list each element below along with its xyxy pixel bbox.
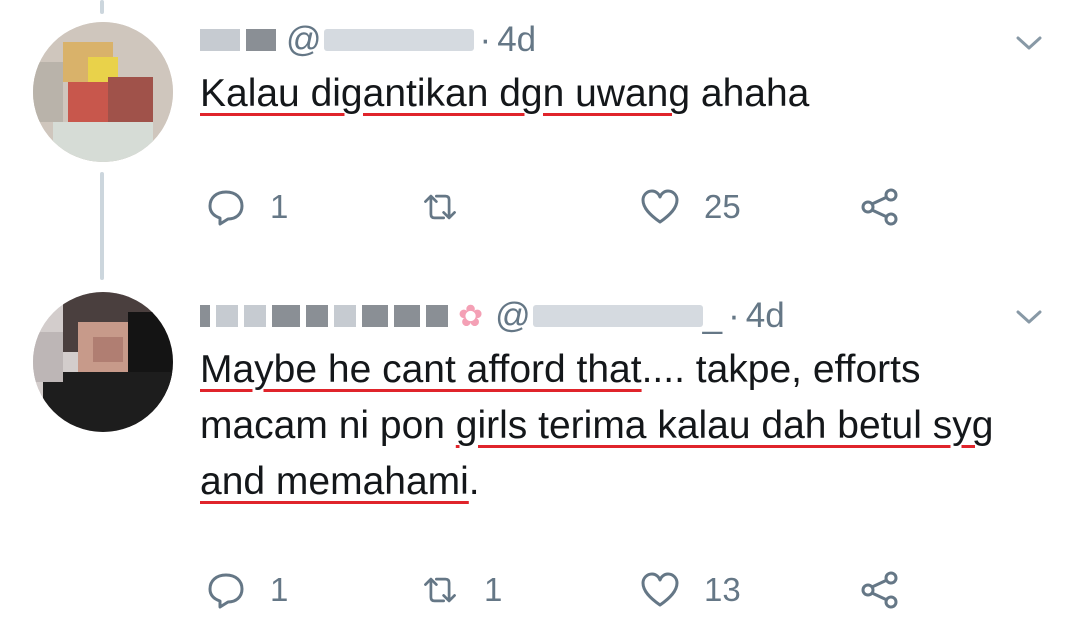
- handle-prefix[interactable]: @: [286, 20, 322, 60]
- timestamp[interactable]: 4d: [497, 20, 536, 60]
- retweet-button[interactable]: [420, 187, 484, 227]
- tweet-1[interactable]: @ · 4d Kalau digantikan dgn uwang ahaha …: [0, 0, 1080, 270]
- tweet-text-underlined: Kalau digantikan dgn uwang: [200, 72, 691, 115]
- avatar[interactable]: [33, 292, 173, 432]
- time-separator: ·: [479, 20, 492, 59]
- tweet-text-plain: .: [468, 460, 480, 503]
- like-button[interactable]: 25: [640, 187, 741, 227]
- tweet-header: ✿ @ _ · 4d: [200, 296, 785, 336]
- reply-count: 1: [270, 571, 289, 608]
- reply-icon: [208, 573, 244, 609]
- handle-prefix[interactable]: @: [495, 296, 531, 336]
- like-icon: [641, 189, 679, 224]
- tweet-text: Kalau digantikan dgn uwang ahaha: [200, 66, 1020, 122]
- chevron-down-icon[interactable]: [1014, 302, 1044, 332]
- handle-redacted[interactable]: [323, 29, 474, 51]
- reply-count: 1: [270, 188, 289, 225]
- handle-suffix[interactable]: _: [703, 296, 722, 336]
- like-icon: [641, 572, 679, 607]
- retweet-icon: [424, 577, 456, 603]
- display-name-redacted[interactable]: [200, 305, 448, 327]
- share-button[interactable]: [860, 187, 900, 227]
- share-button[interactable]: [860, 570, 900, 610]
- tweet-2[interactable]: ✿ @ _ · 4d Maybe he cant afford that....…: [0, 270, 1080, 619]
- tweet-header: @ · 4d: [200, 20, 536, 60]
- timestamp[interactable]: 4d: [746, 296, 785, 336]
- share-icon: [861, 188, 898, 226]
- display-name-redacted[interactable]: [200, 29, 276, 51]
- reply-icon: [208, 190, 244, 226]
- retweet-icon: [424, 194, 456, 220]
- chevron-down-icon[interactable]: [1014, 28, 1044, 58]
- retweet-count: 1: [484, 571, 503, 608]
- time-separator: ·: [728, 296, 740, 335]
- reply-button[interactable]: 1: [206, 570, 288, 610]
- avatar[interactable]: [33, 22, 173, 162]
- tweet-actions: 1 25: [200, 183, 920, 233]
- like-count: 25: [704, 188, 741, 225]
- tweet-text-underlined: Maybe he cant afford that: [200, 348, 642, 391]
- handle-redacted[interactable]: [532, 305, 703, 327]
- tweet-actions: 1 1 13: [200, 566, 920, 616]
- flower-emoji: ✿: [458, 299, 484, 333]
- tweet-text-plain: ahaha: [690, 72, 810, 115]
- share-icon: [861, 571, 898, 609]
- like-button[interactable]: 13: [640, 570, 741, 610]
- like-count: 13: [704, 571, 741, 608]
- retweet-button[interactable]: 1: [420, 570, 502, 610]
- tweet-text: Maybe he cant afford that.... takpe, eff…: [200, 342, 1020, 510]
- reply-button[interactable]: 1: [206, 187, 288, 227]
